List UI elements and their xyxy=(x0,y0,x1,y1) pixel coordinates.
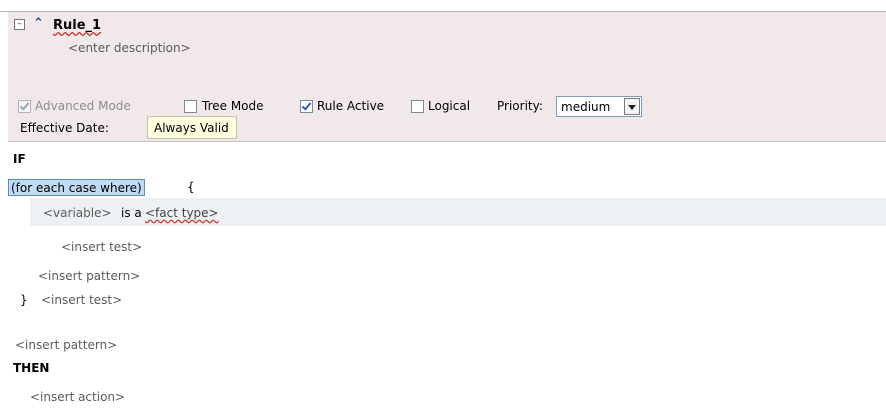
rule-header-panel: – ⌃ Rule_1 <enter description> Advanced … xyxy=(8,12,886,142)
collapse-icon[interactable]: – xyxy=(14,19,25,30)
chevron-up-icon[interactable]: ⌃ xyxy=(33,17,44,30)
open-brace: { xyxy=(187,180,195,194)
insert-pattern-outer[interactable]: <insert pattern> xyxy=(15,338,117,352)
then-keyword: THEN xyxy=(13,361,50,375)
priority-select[interactable]: medium xyxy=(556,96,642,117)
effective-date-label: Effective Date: xyxy=(20,121,109,135)
is-a-text: is a xyxy=(121,206,142,220)
advanced-mode-text: Advanced Mode xyxy=(35,99,131,113)
close-brace: } xyxy=(20,293,28,307)
logical-checkbox[interactable] xyxy=(411,100,424,113)
insert-test-inner[interactable]: <insert test> xyxy=(61,240,142,254)
for-each-selector[interactable]: (for each case where) xyxy=(8,179,145,196)
insert-test-outer[interactable]: <insert test> xyxy=(41,293,122,307)
rule-name[interactable]: Rule_1 xyxy=(53,18,101,33)
variable-field[interactable]: <variable> xyxy=(43,206,112,220)
fact-type-field[interactable]: <fact type> xyxy=(145,206,219,220)
advanced-mode-checkbox xyxy=(18,100,31,113)
insert-pattern-inner[interactable]: <insert pattern> xyxy=(38,269,140,283)
priority-value: medium xyxy=(561,100,611,114)
for-each-text: (for each case where) xyxy=(11,181,142,195)
rule-active-label[interactable]: Rule Active xyxy=(317,99,384,113)
dropdown-arrow-icon[interactable] xyxy=(624,98,640,115)
priority-label: Priority: xyxy=(497,99,543,113)
description-field[interactable]: <enter description> xyxy=(68,41,191,55)
logical-label[interactable]: Logical xyxy=(428,99,470,113)
rule-active-checkbox[interactable] xyxy=(300,100,313,113)
advanced-mode-label: Advanced Mode xyxy=(35,99,131,113)
tree-mode-label[interactable]: Tree Mode xyxy=(202,99,264,113)
tree-mode-checkbox[interactable] xyxy=(184,100,197,113)
insert-action[interactable]: <insert action> xyxy=(30,390,125,404)
if-keyword: IF xyxy=(13,152,26,166)
effective-date-field[interactable]: Always Valid xyxy=(147,116,237,139)
